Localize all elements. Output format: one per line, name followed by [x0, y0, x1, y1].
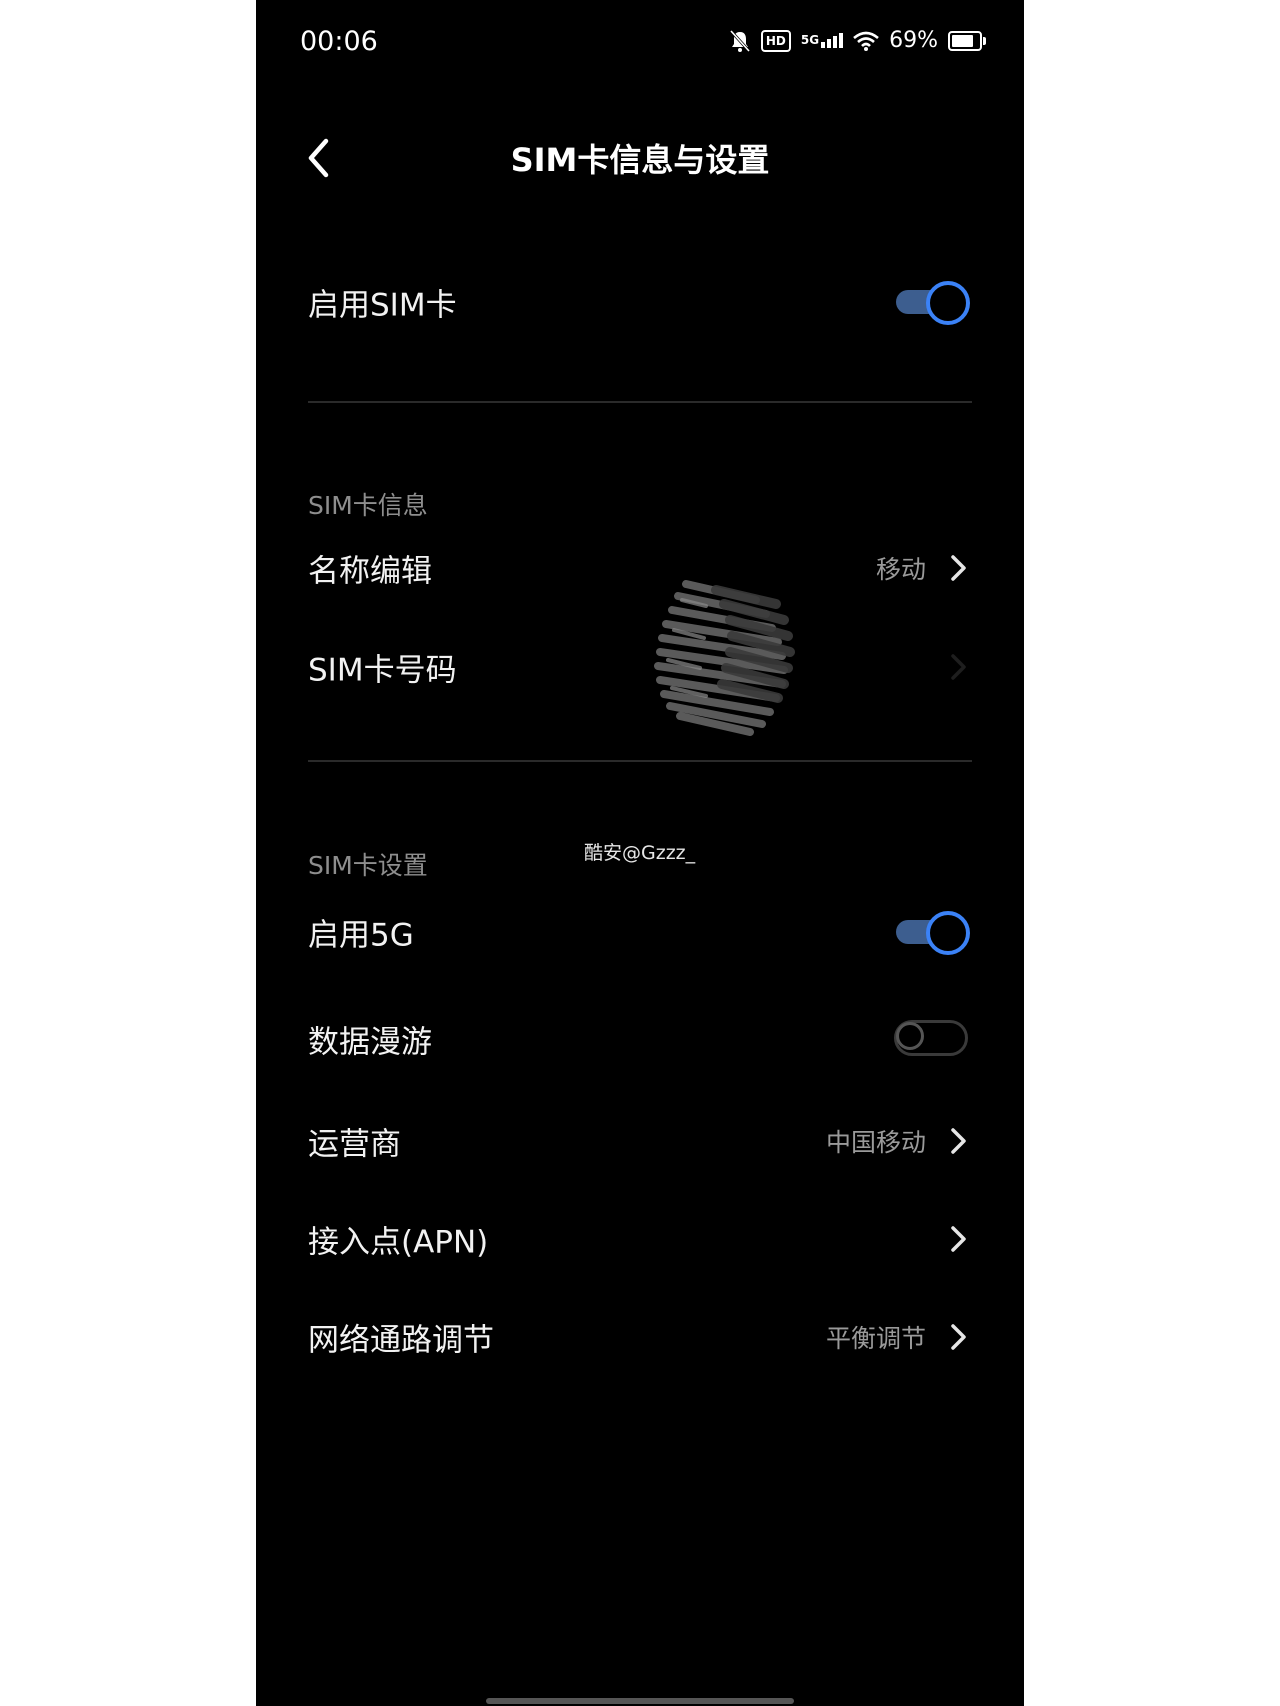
carrier-label: 运营商 [308, 1126, 401, 1163]
data-roaming-label: 数据漫游 [308, 1024, 432, 1061]
phone-screen: 00:06 HD 5G 69% SIM卡信息与设置 启用SIM卡 SIM卡信息 … [256, 0, 1024, 1706]
chevron-right-icon [951, 654, 966, 680]
signal-icon: 5G [800, 33, 844, 48]
battery-icon [948, 30, 986, 51]
mute-notification-icon [729, 29, 750, 52]
apn-label: 接入点(APN) [308, 1224, 489, 1261]
sim-number-row[interactable]: SIM卡号码 [308, 637, 972, 697]
enable-sim-toggle[interactable] [890, 280, 972, 325]
network-path-label: 网络通路调节 [308, 1322, 494, 1359]
enable-sim-row[interactable]: 启用SIM卡 [308, 272, 972, 332]
watermark: 酷安@Gzzz_ [584, 842, 696, 864]
apn-row[interactable]: 接入点(APN) [308, 1209, 972, 1269]
status-time: 00:06 [300, 26, 378, 57]
carrier-row[interactable]: 运营商 中国移动 [308, 1111, 972, 1171]
network-type: 5G [800, 33, 820, 47]
enable-5g-toggle[interactable] [890, 910, 972, 955]
status-icons: HD 5G 69% [729, 28, 986, 53]
sim-number-label: SIM卡号码 [308, 652, 457, 689]
carrier-value: 中国移动 [825, 1128, 926, 1157]
name-edit-label: 名称编辑 [308, 553, 432, 590]
network-path-row[interactable]: 网络通路调节 平衡调节 [308, 1307, 972, 1367]
chevron-right-icon [951, 1324, 966, 1350]
wifi-icon [853, 31, 879, 51]
sim-settings-section-header: SIM卡设置 [308, 851, 428, 880]
page-title: SIM卡信息与设置 [510, 141, 770, 179]
divider [308, 401, 972, 403]
sim-info-section-header: SIM卡信息 [308, 491, 428, 520]
redaction-scribble [654, 580, 795, 736]
chevron-right-icon [951, 1226, 966, 1252]
battery-percent: 69% [889, 28, 938, 53]
enable-5g-row[interactable]: 启用5G [308, 902, 972, 962]
network-path-value: 平衡调节 [825, 1324, 926, 1353]
enable-sim-label: 启用SIM卡 [308, 287, 457, 324]
header: SIM卡信息与设置 [256, 125, 1024, 195]
battery-fill [952, 34, 973, 47]
divider [308, 760, 972, 762]
chevron-right-icon [951, 555, 966, 581]
status-bar: 00:06 HD 5G 69% [256, 22, 1024, 66]
data-roaming-row[interactable]: 数据漫游 [308, 1009, 972, 1069]
enable-5g-label: 启用5G [308, 917, 414, 954]
home-indicator[interactable] [486, 1698, 794, 1704]
name-edit-value: 移动 [875, 555, 926, 584]
chevron-right-icon [951, 1128, 966, 1154]
hd-badge: HD [760, 29, 791, 52]
name-edit-row[interactable]: 名称编辑 移动 [308, 538, 972, 598]
data-roaming-toggle[interactable] [890, 1017, 972, 1061]
